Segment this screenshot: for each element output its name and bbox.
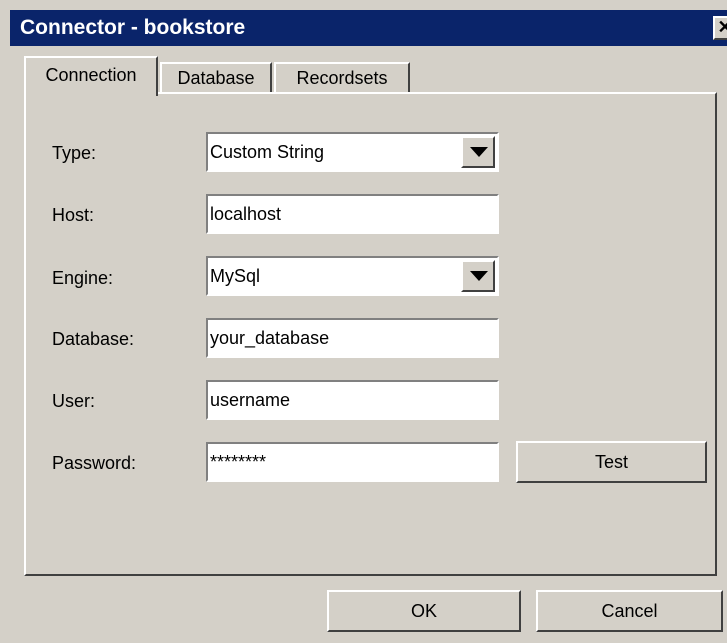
tab-connection[interactable]: Connection [24, 56, 158, 96]
database-value: your_database [210, 328, 330, 348]
test-button[interactable]: Test [516, 441, 707, 483]
chevron-down-icon [470, 271, 488, 281]
type-value: Custom String [210, 142, 325, 162]
password-value: ******** [210, 452, 267, 472]
type-select[interactable]: Custom String [206, 132, 499, 172]
cancel-button[interactable]: Cancel [536, 590, 723, 632]
chevron-down-icon [470, 147, 488, 157]
database-input[interactable]: your_database [206, 318, 499, 358]
close-icon: ✕ [717, 17, 727, 37]
ok-button[interactable]: OK [327, 590, 521, 632]
engine-label: Engine: [52, 268, 114, 288]
user-input[interactable]: username [206, 380, 499, 420]
close-button[interactable]: ✕ [713, 16, 727, 40]
type-dropdown-button[interactable] [461, 136, 495, 168]
type-label: Type: [52, 143, 97, 163]
engine-dropdown-button[interactable] [461, 260, 495, 292]
host-label: Host: [52, 205, 95, 225]
host-value: localhost [210, 204, 282, 224]
connector-dialog: Connector - bookstore ✕ Connection Datab… [0, 0, 727, 643]
user-label: User: [52, 391, 96, 411]
tab-database-label: Database [177, 68, 255, 88]
password-label: Password: [52, 453, 137, 473]
engine-select[interactable]: MySql [206, 256, 499, 296]
tab-recordsets-label: Recordsets [296, 68, 388, 88]
tab-recordsets[interactable]: Recordsets [274, 62, 410, 94]
user-value: username [210, 390, 291, 410]
password-input[interactable]: ******** [206, 442, 499, 482]
engine-value: MySql [210, 266, 261, 286]
database-label: Database: [52, 329, 135, 349]
window-title: Connector - bookstore [20, 16, 246, 39]
host-input[interactable]: localhost [206, 194, 499, 234]
tab-connection-label: Connection [45, 65, 137, 85]
title-bar: Connector - bookstore ✕ [10, 10, 727, 46]
tab-database[interactable]: Database [160, 62, 272, 94]
